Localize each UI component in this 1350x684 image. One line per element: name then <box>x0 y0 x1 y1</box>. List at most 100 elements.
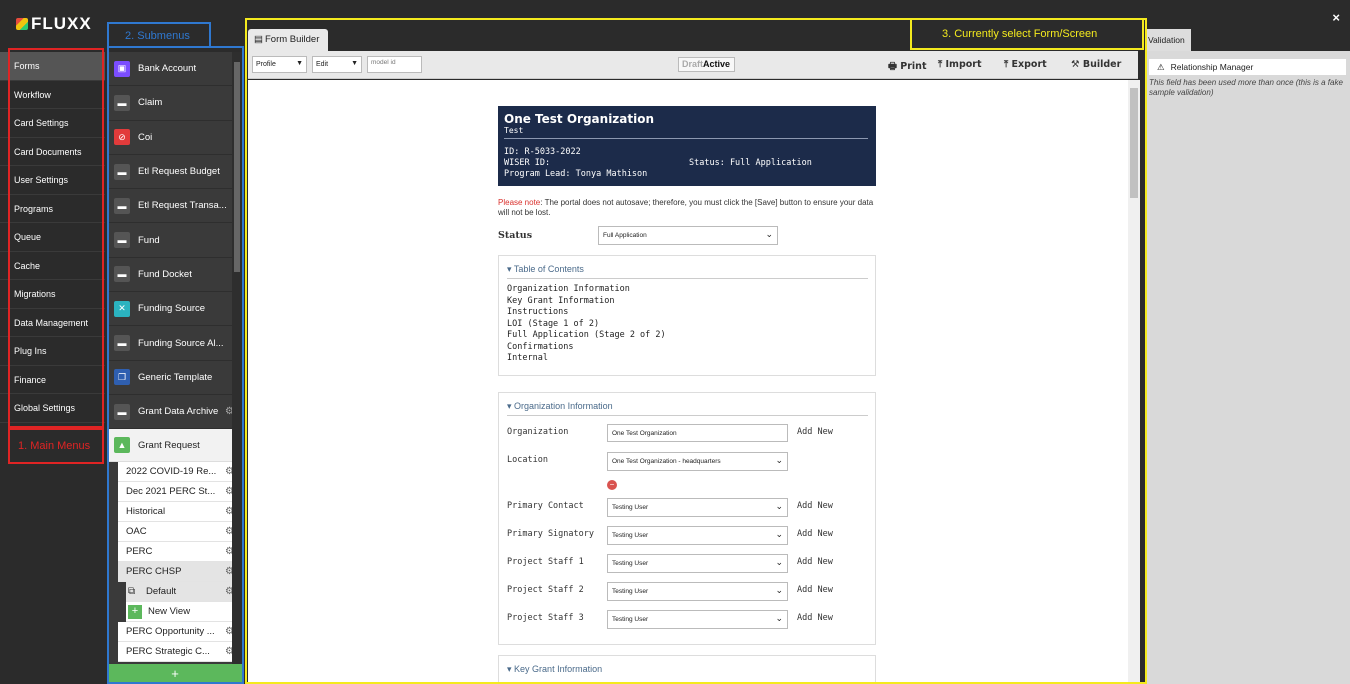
submenu-item-funding-source[interactable]: ✕ Funding Source <box>108 292 242 327</box>
grant-request-icon: ▲ <box>114 437 130 454</box>
toc-item[interactable]: Key Grant Information <box>507 296 868 308</box>
primary-contact-select[interactable]: Testing User ⌄ <box>607 497 788 517</box>
submenus-label: 2. Submenus <box>125 30 190 42</box>
form-list-item[interactable]: Dec 2021 PERC St... ⚙ <box>118 482 242 503</box>
toc-item[interactable]: Instructions <box>507 307 868 319</box>
add-new-staff-3-link[interactable]: Add New <box>797 610 833 623</box>
folder-icon: ▬ <box>114 403 130 420</box>
add-new-signatory-link[interactable]: Add New <box>797 526 833 539</box>
main-menu-item-forms[interactable]: Forms <box>0 52 105 81</box>
main-menu-item-programs[interactable]: Programs <box>0 195 105 223</box>
form-list-item[interactable]: PERC Strategic C... ⚙ <box>118 642 242 663</box>
toc-item[interactable]: Confirmations <box>507 342 868 354</box>
main-menu-item-global-settings[interactable]: Global Settings <box>0 394 105 423</box>
submenu-item-fund-docket[interactable]: ▬ Fund Docket <box>108 258 242 293</box>
submenu-scrollbar-thumb[interactable] <box>234 62 240 272</box>
main-menu-item-cache[interactable]: Cache <box>0 252 105 280</box>
key-grant-header[interactable]: ▾ Key Grant Information <box>507 664 868 678</box>
remove-location-icon[interactable]: − <box>607 479 617 490</box>
main-menu-item-card-documents[interactable]: Card Documents <box>0 138 105 166</box>
form-list-item[interactable]: PERC Opportunity ... ⚙ <box>118 622 242 643</box>
layout-icon: ⧉ <box>128 586 136 598</box>
submenu-item-etl-request-transaction[interactable]: ▬ Etl Request Transa... <box>108 189 242 224</box>
model-id-input[interactable]: model id <box>367 56 422 73</box>
tab-form-builder[interactable]: ▤ Form Builder <box>248 29 328 51</box>
close-icon[interactable]: × <box>1332 10 1340 25</box>
submenu-item-label: Claim <box>138 97 163 109</box>
submenu-item-grant-request[interactable]: ▲ Grant Request <box>108 429 242 463</box>
toc-item[interactable]: Organization Information <box>507 284 868 296</box>
form-preview: One Test Organization Test ID: R-5033-20… <box>498 106 876 683</box>
submenu-item-coi[interactable]: ⊘ Coi <box>108 121 242 155</box>
submenu-item-label: Fund <box>138 234 160 246</box>
main-menu-item-plug-ins[interactable]: Plug Ins <box>0 337 105 366</box>
org-info-header[interactable]: ▾ Organization Information <box>507 401 868 416</box>
folder-icon: ▬ <box>114 163 130 180</box>
main-menu-item-finance[interactable]: Finance <box>0 366 105 394</box>
primary-signatory-value: Testing User <box>612 531 649 539</box>
main-menu-item-queue[interactable]: Queue <box>0 223 105 252</box>
new-view-button[interactable]: + New View <box>126 602 242 623</box>
submenu-item-grant-data-archive[interactable]: ▬ Grant Data Archive ⚙ <box>108 395 242 430</box>
form-list-item[interactable]: 2022 COVID-19 Re... ⚙ <box>118 462 242 483</box>
table-of-contents: ▾ Table of Contents Organization Informa… <box>498 255 876 376</box>
draft-active-toggle[interactable]: DraftActive <box>678 57 735 72</box>
add-form-button[interactable]: + <box>108 664 242 684</box>
submenus-label-box: 2. Submenus <box>107 22 211 48</box>
primary-signatory-label: Primary Signatory <box>507 528 594 539</box>
add-new-organization-link[interactable]: Add New <box>797 424 833 437</box>
form-list-item[interactable]: PERC ⚙ <box>118 542 242 563</box>
organization-information-section: ▾ Organization Information Organization … <box>498 391 876 645</box>
main-menu-item-card-settings[interactable]: Card Settings <box>0 109 105 138</box>
submenu-item-claim[interactable]: ▬ Claim <box>108 86 242 121</box>
status-select[interactable]: Full Application ⌄ <box>598 226 778 245</box>
project-staff-2-select[interactable]: Testing User ⌄ <box>607 581 788 601</box>
main-menu-item-migrations[interactable]: Migrations <box>0 280 105 309</box>
submenu-scrollbar[interactable] <box>232 52 242 664</box>
fluxx-logo[interactable]: FLUXX <box>0 0 105 48</box>
import-button[interactable]: ⤒ Import <box>938 59 982 70</box>
export-button[interactable]: ⤒ Export <box>1004 59 1047 70</box>
submenu-item-label: Coi <box>138 131 153 143</box>
toc-item[interactable]: Full Application (Stage 2 of 2) <box>507 330 868 342</box>
primary-contact-row: Primary Contact Testing User ⌄ Add New <box>507 497 868 526</box>
form-list-item-label: Historical <box>126 506 166 518</box>
form-canvas-scrollbar[interactable] <box>1128 80 1140 684</box>
form-canvas-scrollbar-thumb[interactable] <box>1130 88 1138 198</box>
builder-label: Builder <box>1082 59 1122 70</box>
main-menu-item-user-settings[interactable]: User Settings <box>0 166 105 195</box>
add-new-staff-2-link[interactable]: Add New <box>797 582 833 595</box>
form-list-item-selected[interactable]: PERC CHSP ⚙ <box>118 562 242 583</box>
caret-down-icon: ▾ <box>507 400 512 411</box>
location-select[interactable]: One Test Organization - headquarters ⌄ <box>607 451 788 471</box>
form-list-item[interactable]: Historical ⚙ <box>118 502 242 523</box>
main-menu-item-workflow[interactable]: Workflow <box>0 81 105 109</box>
printer-icon: 🖶 <box>888 61 897 72</box>
submenu-item-funding-source-al[interactable]: ▬ Funding Source Al... <box>108 326 242 361</box>
builder-button[interactable]: ⚒ Builder <box>1071 59 1121 70</box>
form-list-item[interactable]: OAC ⚙ <box>118 522 242 543</box>
print-button[interactable]: 🖶 Print <box>888 59 927 75</box>
submenu-item-etl-request-budget[interactable]: ▬ Etl Request Budget <box>108 155 242 190</box>
submenu-item-fund[interactable]: ▬ Fund <box>108 223 242 258</box>
submenu-item-bank-account[interactable]: ▣ Bank Account <box>108 52 242 87</box>
add-new-staff-1-link[interactable]: Add New <box>797 554 833 567</box>
toc-item[interactable]: LOI (Stage 1 of 2) <box>507 319 868 331</box>
validation-item[interactable]: ⚠ Relationship Manager <box>1149 59 1346 75</box>
project-staff-3-select[interactable]: Testing User ⌄ <box>607 609 788 629</box>
primary-signatory-select[interactable]: Testing User ⌄ <box>607 525 788 545</box>
project-staff-1-select[interactable]: Testing User ⌄ <box>607 553 788 573</box>
view-item-default[interactable]: ⧉ Default ⚙ <box>126 582 242 603</box>
submenu-item-generic-template[interactable]: ❐ Generic Template <box>108 361 242 395</box>
main-menu-item-data-management[interactable]: Data Management <box>0 309 105 337</box>
draft-label: Draft <box>682 59 704 69</box>
toc-header[interactable]: ▾ Table of Contents <box>507 264 868 279</box>
main-menus-label-box: 1. Main Menus <box>8 428 104 464</box>
mode-select[interactable]: Edit ▼ <box>312 56 362 73</box>
tab-validation[interactable]: Validation <box>1145 29 1191 51</box>
profile-select[interactable]: Profile ▼ <box>252 56 307 73</box>
primary-contact-label: Primary Contact <box>507 500 584 511</box>
toc-item[interactable]: Internal <box>507 353 868 365</box>
organization-input[interactable]: One Test Organization <box>607 423 788 442</box>
add-new-contact-link[interactable]: Add New <box>797 498 833 511</box>
